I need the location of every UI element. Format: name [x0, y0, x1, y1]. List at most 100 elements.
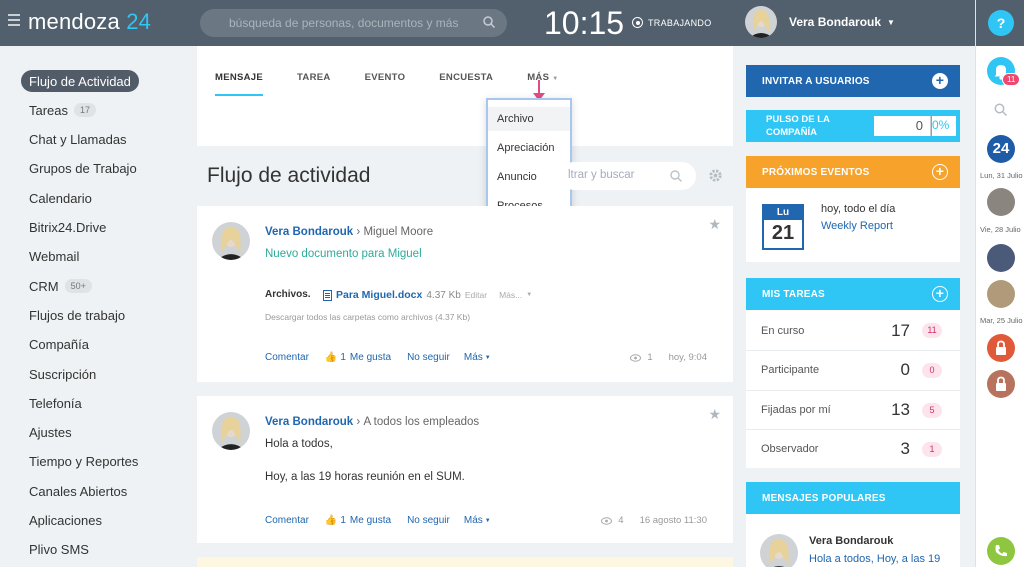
star-icon[interactable]: ★ [708, 216, 721, 233]
sidebar-item[interactable]: Aplicaciones [21, 510, 110, 532]
thumbs-up-icon[interactable]: 👍 [325, 515, 337, 526]
lock-chat-button[interactable] [987, 370, 1015, 398]
sidebar-item[interactable]: Plivo SMS [21, 539, 97, 561]
contact-avatar[interactable] [987, 244, 1015, 272]
unfollow-link[interactable]: No seguir [407, 352, 450, 363]
search-icon[interactable] [994, 103, 1008, 117]
sidebar-item[interactable]: Compañía [21, 334, 97, 356]
post-author[interactable]: Vera Bondarouk › Miguel Moore [265, 226, 433, 238]
feed-filter-input[interactable]: ltrar y buscar [560, 162, 696, 190]
task-row[interactable]: Observador 3 1 [746, 429, 960, 468]
sidebar-item-label: Compañía [29, 337, 89, 353]
like-count[interactable]: 1 [340, 515, 346, 526]
global-search-input[interactable]: búsqueda de personas, documentos y más [200, 9, 507, 37]
file-size: 4.37 Kb [426, 289, 461, 301]
sidebar-item[interactable]: Tiempo y Reportes [21, 451, 146, 473]
user-avatar [745, 6, 777, 38]
post-meta: 1 hoy, 9:04 [630, 352, 707, 363]
rail-date: Mar, 25 Julio [980, 316, 1023, 325]
help-button[interactable]: ? [988, 10, 1014, 36]
call-button[interactable] [987, 537, 1015, 565]
app-logo[interactable]: mendoza 24 [28, 9, 151, 35]
post-recipient[interactable]: A todos los empleados [363, 416, 479, 428]
tab-evento[interactable]: EVENTO [365, 72, 406, 96]
sidebar-item[interactable]: Telefonía [21, 392, 90, 414]
company-chat-avatar[interactable]: 24 [987, 135, 1015, 163]
lock-chat-button[interactable] [987, 334, 1015, 362]
post-author[interactable]: Vera Bondarouk › A todos los empleados [265, 416, 479, 428]
plus-icon[interactable]: + [932, 164, 948, 180]
sidebar-item[interactable]: Tareas 17 [21, 99, 104, 121]
lock-icon [996, 340, 1006, 355]
tab-encuesta[interactable]: ENCUESTA [439, 72, 493, 96]
sidebar-item[interactable]: Canales Abiertos [21, 480, 135, 502]
chevron-down-icon: ▼ [552, 76, 559, 82]
files-label: Archivos. [265, 289, 311, 300]
dropdown-item-archivo[interactable]: Archivo [488, 107, 570, 131]
file-name[interactable]: Para Miguel.docx [336, 289, 422, 301]
chevron-down-icon: ▼ [484, 517, 491, 524]
menu-icon[interactable] [8, 14, 20, 26]
comment-link[interactable]: Comentar [265, 515, 309, 526]
contact-avatar[interactable] [987, 280, 1015, 308]
work-clock[interactable]: 10:15 [544, 5, 624, 42]
author-avatar[interactable] [212, 222, 250, 260]
more-link[interactable]: Más [464, 515, 483, 526]
sidebar-item[interactable]: Flujos de trabajo [21, 304, 133, 326]
author-avatar[interactable] [212, 412, 250, 450]
sidebar-item[interactable]: Calendario [21, 187, 100, 209]
sidebar-item[interactable]: Webmail [21, 246, 87, 268]
sidebar-item[interactable]: Flujo de Actividad [21, 70, 139, 92]
company-pulse-block[interactable]: PULSO DE LA COMPAÑÍA 0 0% [746, 110, 960, 142]
chevron-down-icon: ▼ [526, 292, 533, 298]
invite-users-block[interactable]: INVITAR A USUARIOS + [746, 65, 960, 97]
attachment[interactable]: Para Miguel.docx 4.37 Kb Editar Más... ▼ [323, 289, 532, 301]
page-title: Flujo de actividad [207, 164, 371, 187]
sidebar-item[interactable]: Grupos de Trabajo [21, 158, 145, 180]
unfollow-link[interactable]: No seguir [407, 515, 450, 526]
like-link[interactable]: Me gusta [350, 352, 391, 363]
author-avatar[interactable] [760, 534, 798, 567]
sidebar-item-label: Bitrix24.Drive [29, 220, 107, 235]
comment-link[interactable]: Comentar [265, 352, 309, 363]
gear-icon[interactable] [708, 168, 723, 183]
tab-tarea[interactable]: TAREA [297, 72, 331, 96]
post-time[interactable]: hoy, 9:04 [669, 352, 707, 363]
post-recipient[interactable]: Miguel Moore [363, 226, 433, 238]
tab-mensaje[interactable]: MENSAJE [215, 72, 264, 96]
sidebar-item[interactable]: CRM 50+ [21, 275, 100, 297]
phone-icon [995, 545, 1007, 557]
post-time[interactable]: 16 agosto 11:30 [640, 515, 707, 526]
sidebar-item[interactable]: Suscripción [21, 363, 104, 385]
sidebar-item[interactable]: Chat y Llamadas [21, 129, 135, 151]
work-status[interactable]: TRABAJANDO [632, 17, 712, 28]
contact-avatar[interactable] [987, 188, 1015, 216]
event-link[interactable]: Weekly Report [821, 220, 893, 232]
plus-icon[interactable]: + [932, 286, 948, 302]
post-subtitle[interactable]: Nuevo documento para Miguel [265, 248, 422, 260]
more-link[interactable]: Más [464, 352, 483, 363]
sidebar-item[interactable]: Bitrix24.Drive [21, 217, 114, 239]
download-all-link[interactable]: Descargar todos las carpetas como archiv… [265, 312, 470, 322]
count-badge: 50+ [64, 279, 92, 294]
like-link[interactable]: Me gusta [350, 515, 391, 526]
file-more-link[interactable]: Más... [499, 290, 522, 300]
star-icon[interactable]: ★ [708, 406, 721, 423]
sidebar-item[interactable]: Ajustes [21, 422, 80, 444]
rail-date: Vie, 28 Julio [980, 225, 1021, 234]
top-bar: mendoza 24 búsqueda de personas, documen… [0, 0, 975, 46]
task-row[interactable]: En curso 17 11 [746, 311, 960, 350]
like-count[interactable]: 1 [340, 352, 346, 363]
task-row[interactable]: Participante 0 0 [746, 350, 960, 389]
popular-message-link[interactable]: Hola a todos, Hoy, a las 19 [809, 553, 940, 565]
user-menu[interactable]: Vera Bondarouk ▼ [745, 6, 895, 38]
dropdown-item-anuncio[interactable]: Anuncio [488, 165, 570, 189]
calendar-icon: Lu 21 [762, 204, 804, 250]
task-row[interactable]: Fijadas por mí 13 5 [746, 390, 960, 429]
thumbs-up-icon[interactable]: 👍 [325, 352, 337, 363]
rail-date: Lun, 31 Julio [980, 171, 1023, 180]
file-edit-link[interactable]: Editar [465, 290, 487, 300]
post-meta: 4 16 agosto 11:30 [601, 515, 707, 526]
dropdown-item-apreciacion[interactable]: Apreciación [488, 136, 570, 160]
sidebar-item-label: Tiempo y Reportes [29, 454, 139, 470]
